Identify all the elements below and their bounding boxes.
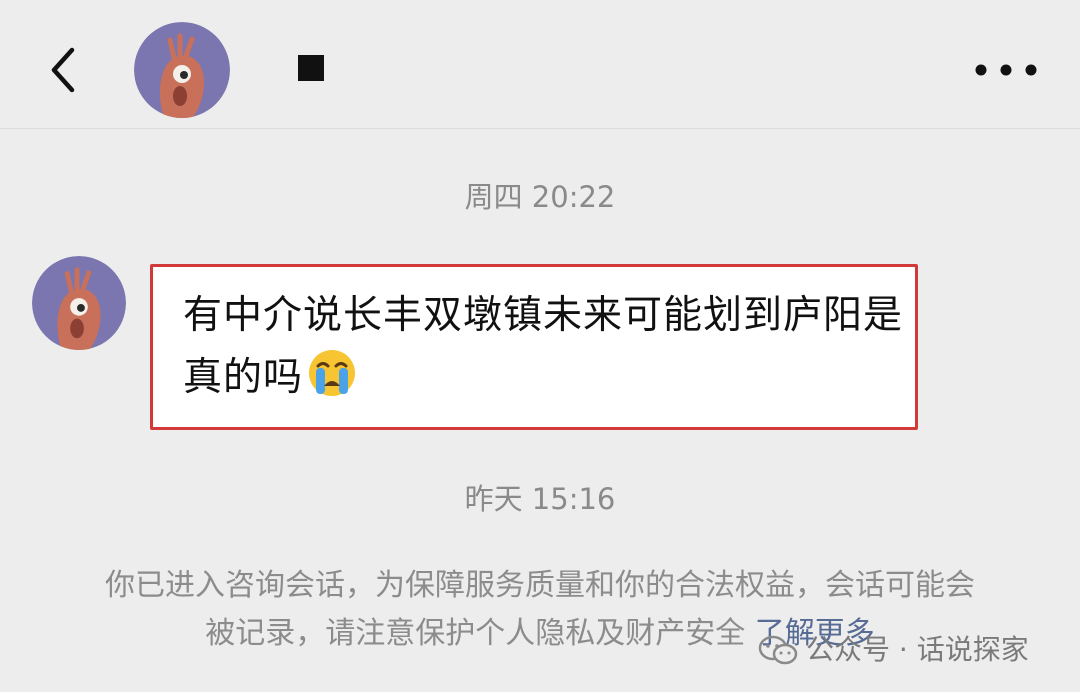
message-text: 有中介说长丰双墩镇未来可能划到庐阳是真的吗 bbox=[183, 293, 904, 400]
chat-header bbox=[0, 0, 1080, 129]
watermark: 公众号 · 话说探家 bbox=[758, 630, 1068, 670]
watermark-text: 公众号 · 话说探家 bbox=[806, 633, 1029, 666]
message-bubble[interactable]: 有中介说长丰双墩镇未来可能划到庐阳是真的吗 bbox=[150, 264, 918, 430]
more-dots-icon bbox=[975, 64, 1037, 76]
more-button[interactable] bbox=[968, 52, 1044, 88]
contact-name bbox=[298, 55, 324, 81]
timestamp: 昨天 15:16 bbox=[464, 482, 616, 516]
crying-face-emoji bbox=[307, 348, 357, 417]
timestamp: 周四 20:22 bbox=[464, 180, 616, 214]
message-content: 有中介说长丰双墩镇未来可能划到庐阳是真的吗 bbox=[183, 285, 903, 417]
contact-avatar[interactable] bbox=[134, 22, 230, 118]
chevron-left-icon bbox=[51, 47, 75, 93]
sender-avatar[interactable] bbox=[32, 256, 126, 350]
back-button[interactable] bbox=[40, 44, 88, 96]
wechat-icon bbox=[758, 635, 798, 665]
